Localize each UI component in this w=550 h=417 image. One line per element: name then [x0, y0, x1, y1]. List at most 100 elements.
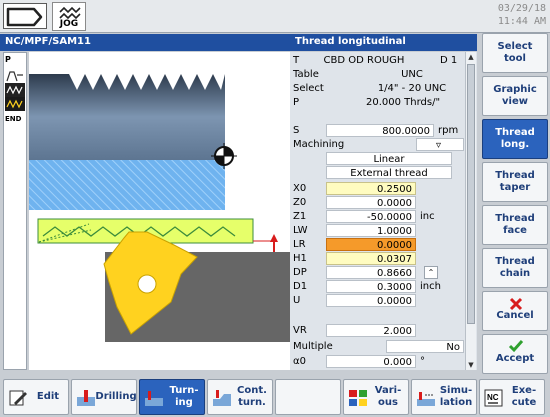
- param-s-label: S: [293, 125, 300, 136]
- back-button[interactable]: [3, 3, 47, 29]
- param-u-label: U: [293, 295, 301, 306]
- empty-softkey[interactable]: [275, 379, 341, 415]
- parameter-form: T CBD OD ROUGH D 1 Table UNC Select 1/4"…: [290, 52, 477, 370]
- thread-face-button[interactable]: Thread face: [482, 205, 548, 245]
- param-lw-value[interactable]: 1.0000: [326, 224, 416, 237]
- param-alpha0-value[interactable]: 0.000: [326, 355, 416, 368]
- param-vr: VR 2.000: [290, 324, 477, 338]
- param-x0-value[interactable]: 0.2500: [326, 182, 416, 195]
- simulation-label: Simu- lation: [439, 385, 473, 408]
- param-table: Table UNC: [290, 68, 477, 82]
- execute-label: Exe- cute: [511, 385, 537, 408]
- edit-button[interactable]: Edit: [3, 379, 69, 415]
- execute-nc-icon: NC: [484, 389, 503, 407]
- scroll-down-icon[interactable]: ▼: [466, 360, 476, 370]
- param-lr: LR 0.0000: [290, 238, 477, 252]
- thread-long-button[interactable]: Thread long.: [482, 119, 548, 159]
- param-t-d[interactable]: D 1: [440, 55, 457, 66]
- param-table-value[interactable]: UNC: [358, 68, 466, 81]
- param-lw-label: LW: [293, 225, 308, 236]
- param-lr-value[interactable]: 0.0000: [326, 238, 416, 251]
- param-z1: Z1 -50.0000 inc: [290, 210, 477, 224]
- param-h1-value[interactable]: 0.0307: [326, 252, 416, 265]
- param-vr-value[interactable]: 2.000: [326, 324, 416, 337]
- param-alpha0: α0 0.000 °: [290, 355, 477, 369]
- contour-turning-label: Cont. turn.: [237, 385, 267, 408]
- svg-text:NC: NC: [487, 393, 499, 402]
- time-text: 11:44 AM: [497, 16, 546, 27]
- cancel-button[interactable]: Cancel: [482, 291, 548, 331]
- param-z1-unit: inc: [420, 211, 435, 222]
- step-program-header[interactable]: P: [5, 55, 25, 69]
- param-p: P 20.000 Thrds/": [290, 96, 477, 110]
- param-d1-label: D1: [293, 281, 308, 292]
- mode-label: JOG: [59, 19, 79, 29]
- param-vr-label: VR: [293, 325, 307, 336]
- drilling-button[interactable]: Drilling: [71, 379, 137, 415]
- param-h1-label: H1: [293, 253, 307, 264]
- param-p-label: P: [293, 97, 300, 108]
- param-u: U 0.0000: [290, 294, 477, 308]
- select-tool-button[interactable]: Select tool: [482, 33, 548, 73]
- execute-button[interactable]: NC Exe- cute: [479, 379, 545, 415]
- simulation-button[interactable]: Simu- lation: [411, 379, 477, 415]
- param-d1-unit: inch: [420, 281, 441, 292]
- contour-turning-button[interactable]: Cont. turn.: [207, 379, 273, 415]
- scroll-up-icon[interactable]: ▲: [466, 52, 476, 62]
- param-z1-value[interactable]: -50.0000: [326, 210, 416, 223]
- step-contour[interactable]: [5, 69, 25, 83]
- edit-icon: [9, 390, 27, 406]
- operating-mode: JOG: [52, 2, 86, 31]
- param-dp-value[interactable]: 0.8660: [326, 266, 416, 279]
- param-s-unit: rpm: [438, 125, 459, 136]
- program-steps: P END: [3, 52, 27, 370]
- thread-chain-button[interactable]: Thread chain: [482, 248, 548, 288]
- param-p-value[interactable]: 20.000 Thrds/": [342, 96, 466, 109]
- param-linear: Linear: [290, 152, 477, 166]
- param-linear-value[interactable]: Linear: [326, 152, 452, 165]
- param-alpha0-label: α0: [293, 356, 306, 367]
- accept-button[interactable]: Accept: [482, 334, 548, 374]
- param-t-label: T: [293, 55, 300, 66]
- toggle-icon[interactable]: ⌃: [424, 266, 438, 279]
- step-contour-icon: [6, 71, 23, 82]
- step-thread-icon-2: [6, 99, 23, 109]
- scroll-thumb[interactable]: [467, 64, 475, 324]
- param-dp-label: DP: [293, 267, 307, 278]
- simulation-icon: [417, 392, 435, 406]
- form-scrollbar[interactable]: ▲ ▼: [465, 52, 476, 370]
- param-machining-select[interactable]: ▿: [416, 138, 464, 151]
- various-button[interactable]: Vari- ous: [343, 379, 409, 415]
- param-h1: H1 0.0307: [290, 252, 477, 266]
- param-multiple-label: Multiple: [293, 341, 333, 352]
- accept-label: Accept: [495, 353, 535, 364]
- param-z1-label: Z1: [293, 211, 307, 222]
- param-multiple-value[interactable]: No: [386, 340, 464, 353]
- step-thread-1[interactable]: [5, 83, 25, 97]
- param-x0: X0 0.2500: [290, 182, 477, 196]
- step-end[interactable]: END: [5, 115, 25, 129]
- param-multiple: Multiple No: [290, 340, 477, 354]
- contour-turning-icon: [213, 390, 231, 406]
- param-s-value[interactable]: 800.0000: [326, 124, 434, 137]
- param-t-value[interactable]: CBD OD ROUGH: [310, 54, 418, 67]
- param-table-label: Table: [293, 69, 319, 80]
- param-z0: Z0 0.0000: [290, 196, 477, 210]
- param-u-value[interactable]: 0.0000: [326, 294, 416, 307]
- turning-label: Turn- ing: [169, 385, 199, 408]
- param-z0-value[interactable]: 0.0000: [326, 196, 416, 209]
- turning-button[interactable]: Turn- ing: [139, 379, 205, 415]
- graphic-view-button[interactable]: Graphic view: [482, 76, 548, 116]
- param-thread-type-value[interactable]: External thread: [326, 166, 452, 179]
- step-thread-2[interactable]: [5, 97, 25, 111]
- param-machining-label: Machining: [293, 139, 345, 150]
- cancel-x-icon: [509, 297, 523, 311]
- step-thread-icon: [6, 85, 23, 95]
- param-s: S 800.0000 rpm: [290, 124, 477, 138]
- param-d1-value[interactable]: 0.3000: [326, 280, 416, 293]
- param-select: Select 1/4" - 20 UNC: [290, 82, 477, 96]
- vertical-softkeys: Select tool Graphic view Thread long. Th…: [480, 33, 550, 375]
- param-select-value[interactable]: 1/4" - 20 UNC: [358, 82, 466, 95]
- form-title: Thread longitudinal: [290, 34, 477, 51]
- thread-taper-button[interactable]: Thread taper: [482, 162, 548, 202]
